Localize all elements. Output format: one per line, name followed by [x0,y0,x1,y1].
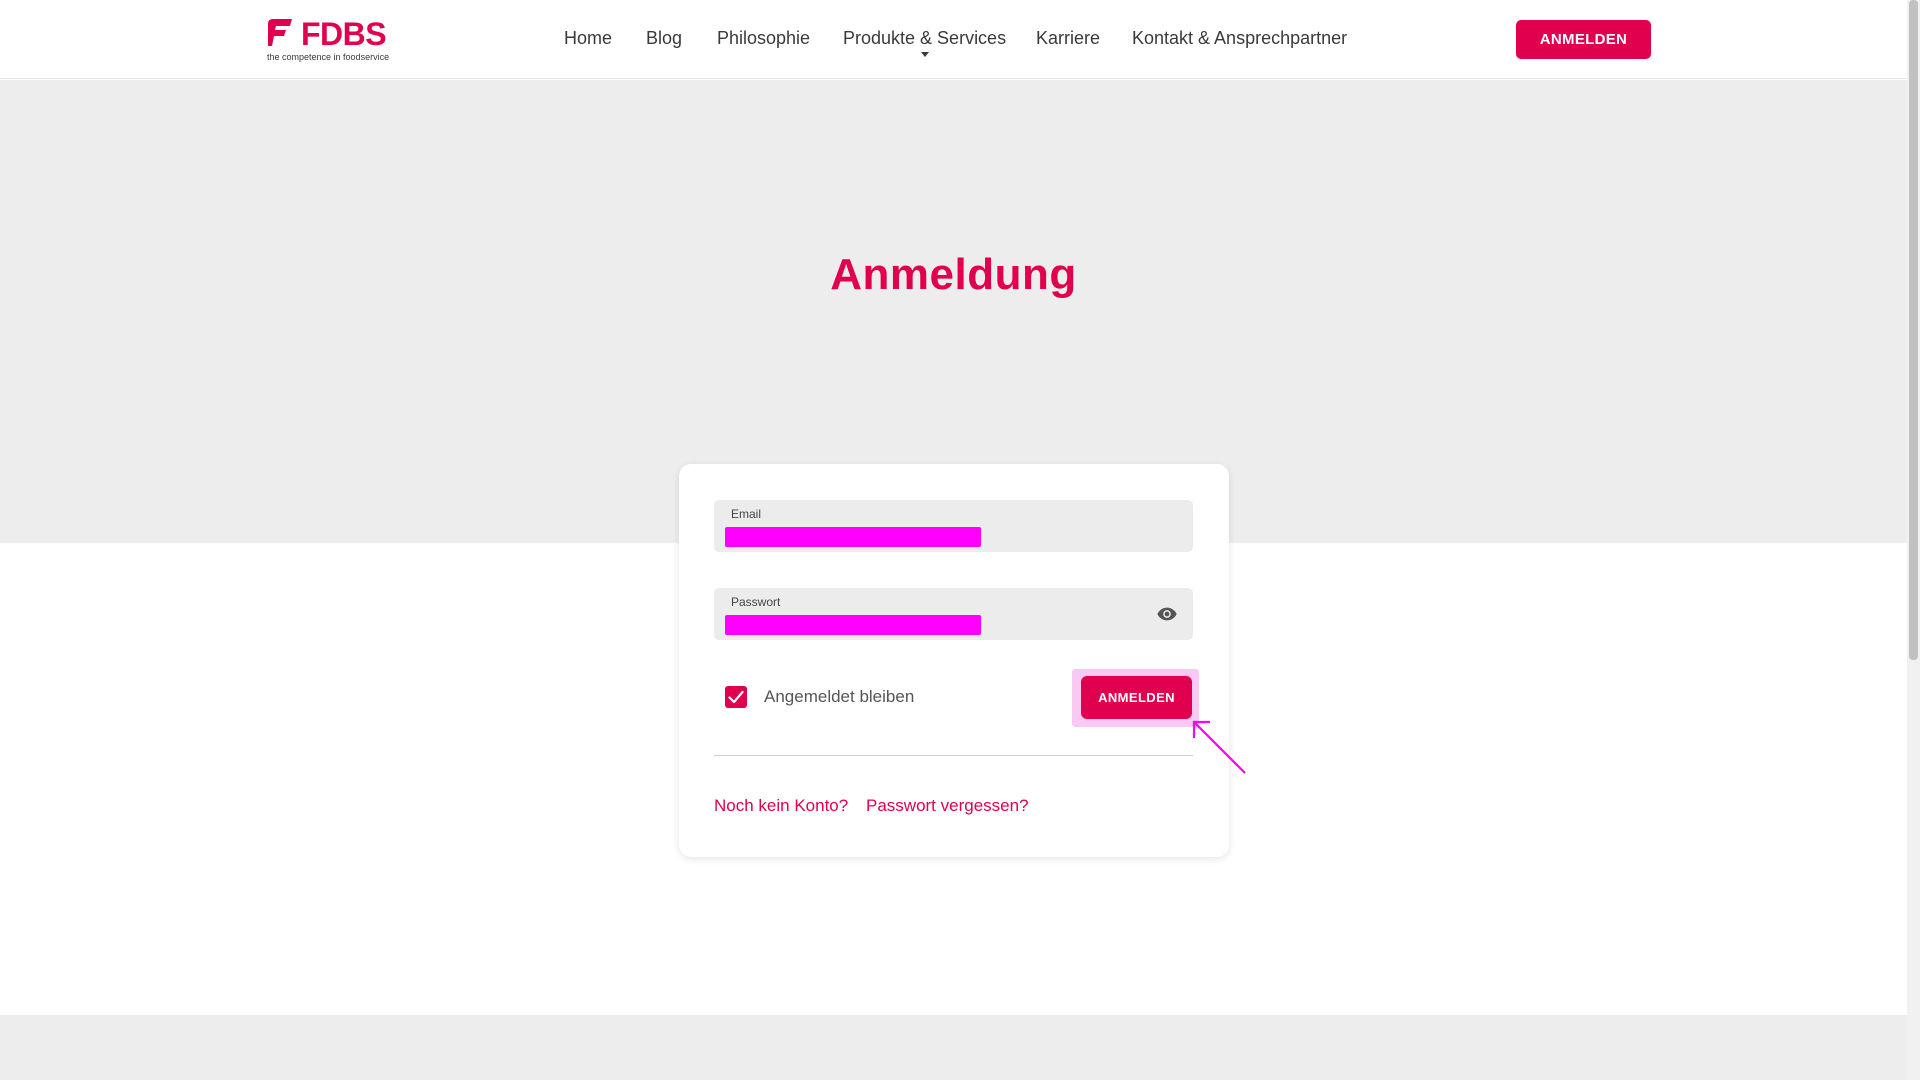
page-title: Anmeldung [830,250,1077,299]
password-input[interactable] [725,615,981,635]
remember-label: Angemeldet bleiben [764,687,915,706]
scrollbar-thumb[interactable] [1909,0,1918,660]
nav-item-label: Produkte & Services [843,28,1007,48]
login-card: Email Passwort Angemeldet bleiben ANMELD… [679,464,1229,857]
footer-band [0,1015,1907,1080]
page-scrollbar[interactable] [1907,0,1920,1080]
email-input[interactable] [725,527,981,547]
password-label: Passwort [731,595,781,609]
register-link[interactable]: Noch kein Konto? [714,796,848,816]
header-login-button[interactable]: ANMELDEN [1516,20,1651,59]
divider [714,755,1193,756]
nav-item-produkte-services[interactable]: Produkte & Services [843,28,1007,57]
nav-item-home[interactable]: Home [564,28,612,49]
annotation-arrow-icon [1192,720,1246,774]
nav-item-kontakt[interactable]: Kontakt & Ansprechpartner [1132,28,1347,49]
caret-down-icon [920,52,929,57]
email-label: Email [731,507,762,521]
brand-tagline: the competence in foodservice [267,52,390,62]
nav-item-karriere[interactable]: Karriere [1036,28,1100,49]
password-field[interactable]: Passwort [714,588,1193,640]
submit-login-button[interactable]: ANMELDEN [1081,676,1192,719]
email-field[interactable]: Email [714,500,1193,552]
site-header: FDBS the competence in foodservice Home … [0,0,1907,79]
eye-icon[interactable] [1156,603,1178,625]
remember-checkbox[interactable] [725,686,747,708]
forgot-password-link[interactable]: Passwort vergessen? [866,796,1029,816]
nav-item-philosophie[interactable]: Philosophie [717,28,810,49]
nav-item-blog[interactable]: Blog [646,28,682,49]
check-icon [728,690,744,704]
